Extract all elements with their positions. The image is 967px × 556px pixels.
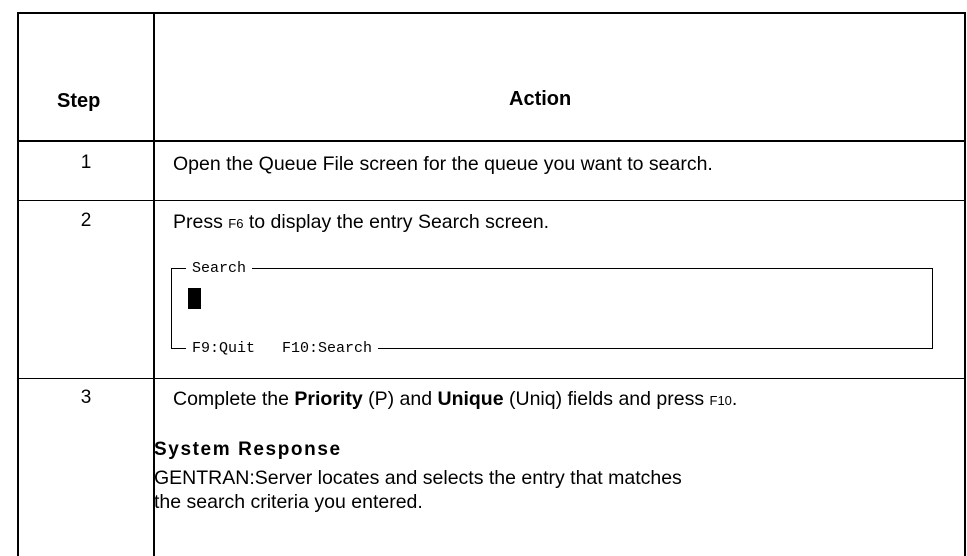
step-2-action: Press F6 to display the entry Search scr… <box>173 210 549 236</box>
step-2-text-b: to display the entry Search screen. <box>243 211 550 233</box>
row-divider-2 <box>19 378 964 379</box>
step-number-3: 3 <box>80 387 92 408</box>
f6-key: F6 <box>228 216 244 231</box>
f10-key: F10 <box>709 393 732 408</box>
search-cursor <box>188 288 201 309</box>
header-divider <box>19 140 964 142</box>
row-divider-1 <box>19 200 964 201</box>
step-2-text-a: Press <box>173 211 229 233</box>
search-screen-mockup: Search F9:Quit F10:Search <box>171 260 933 357</box>
step-3-text-a: Complete the <box>173 388 295 410</box>
system-response-line-1: GENTRAN:Server locates and selects the e… <box>154 467 682 489</box>
step-3-action: Complete the Priority (P) and Unique (Un… <box>173 387 737 413</box>
step-number-2: 2 <box>80 210 92 231</box>
unique-field-name: Unique <box>437 388 504 410</box>
system-response-text: GENTRAN:Server locates and selects the e… <box>154 466 682 514</box>
header-step: Step <box>57 90 101 112</box>
system-response-line-2: the search criteria you entered. <box>154 491 423 513</box>
system-response-heading: System Response <box>154 439 342 460</box>
step-1-action: Open the Queue File screen for the queue… <box>173 153 713 175</box>
header-action: Action <box>509 88 572 110</box>
search-screen-title: Search <box>186 260 253 277</box>
step-number-1: 1 <box>80 152 92 173</box>
search-function-keys: F9:Quit F10:Search <box>186 340 379 357</box>
step-3-text-d: . <box>731 388 738 410</box>
step-3-text-b: (P) and <box>362 388 438 410</box>
priority-field-name: Priority <box>294 388 363 410</box>
step-3-text-c: (Uniq) fields and press <box>503 388 710 410</box>
